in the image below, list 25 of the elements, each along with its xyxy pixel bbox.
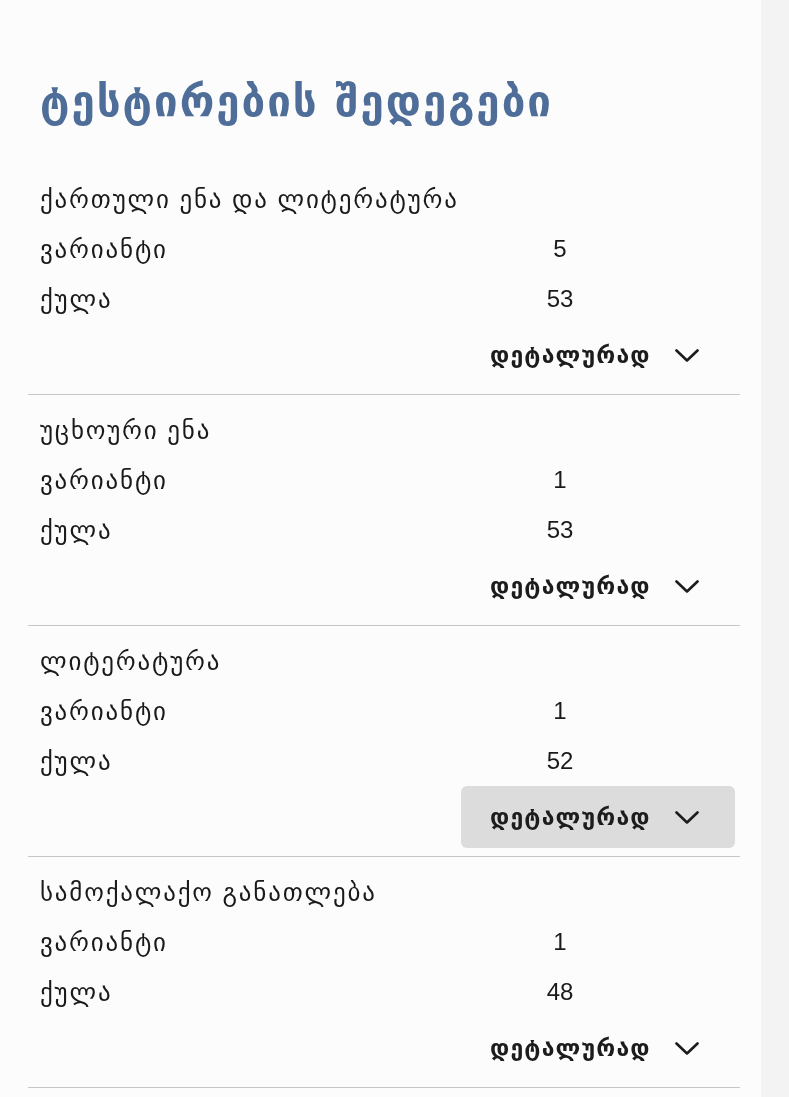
subject-name: სამოქალაქო განათლება: [40, 877, 378, 909]
page-title: ტესტირების შედეგები: [40, 78, 554, 126]
row-label: ვარიანტი: [40, 234, 168, 264]
row-label: ქულა: [40, 977, 113, 1007]
subject-name: ლიტერატურა: [40, 646, 223, 678]
row-label: ვარიანტი: [40, 465, 168, 495]
details-button[interactable]: დეტალურად: [461, 1017, 735, 1079]
row-value: 1: [553, 697, 567, 725]
row-label: ქულა: [40, 515, 113, 545]
row-label: ქულა: [40, 746, 113, 776]
row-value: 53: [546, 516, 574, 544]
row-value: 1: [553, 928, 567, 956]
row-label: ქულა: [40, 284, 113, 314]
subject-name: უცხოური ენა: [40, 415, 213, 447]
details-button[interactable]: დეტალურად: [461, 786, 735, 848]
row-value: 52: [546, 747, 574, 775]
row-value: 1: [553, 466, 567, 494]
details-button[interactable]: დეტალურად: [461, 555, 735, 617]
row-label: ვარიანტი: [40, 696, 168, 726]
row-value: 48: [546, 978, 574, 1006]
row-label: ვარიანტი: [40, 927, 168, 957]
row-value: 5: [553, 235, 567, 263]
details-button[interactable]: დეტალურად: [461, 324, 735, 386]
subject-name: ქართული ენა და ლიტერატურა: [40, 184, 460, 216]
row-value: 53: [546, 285, 574, 313]
